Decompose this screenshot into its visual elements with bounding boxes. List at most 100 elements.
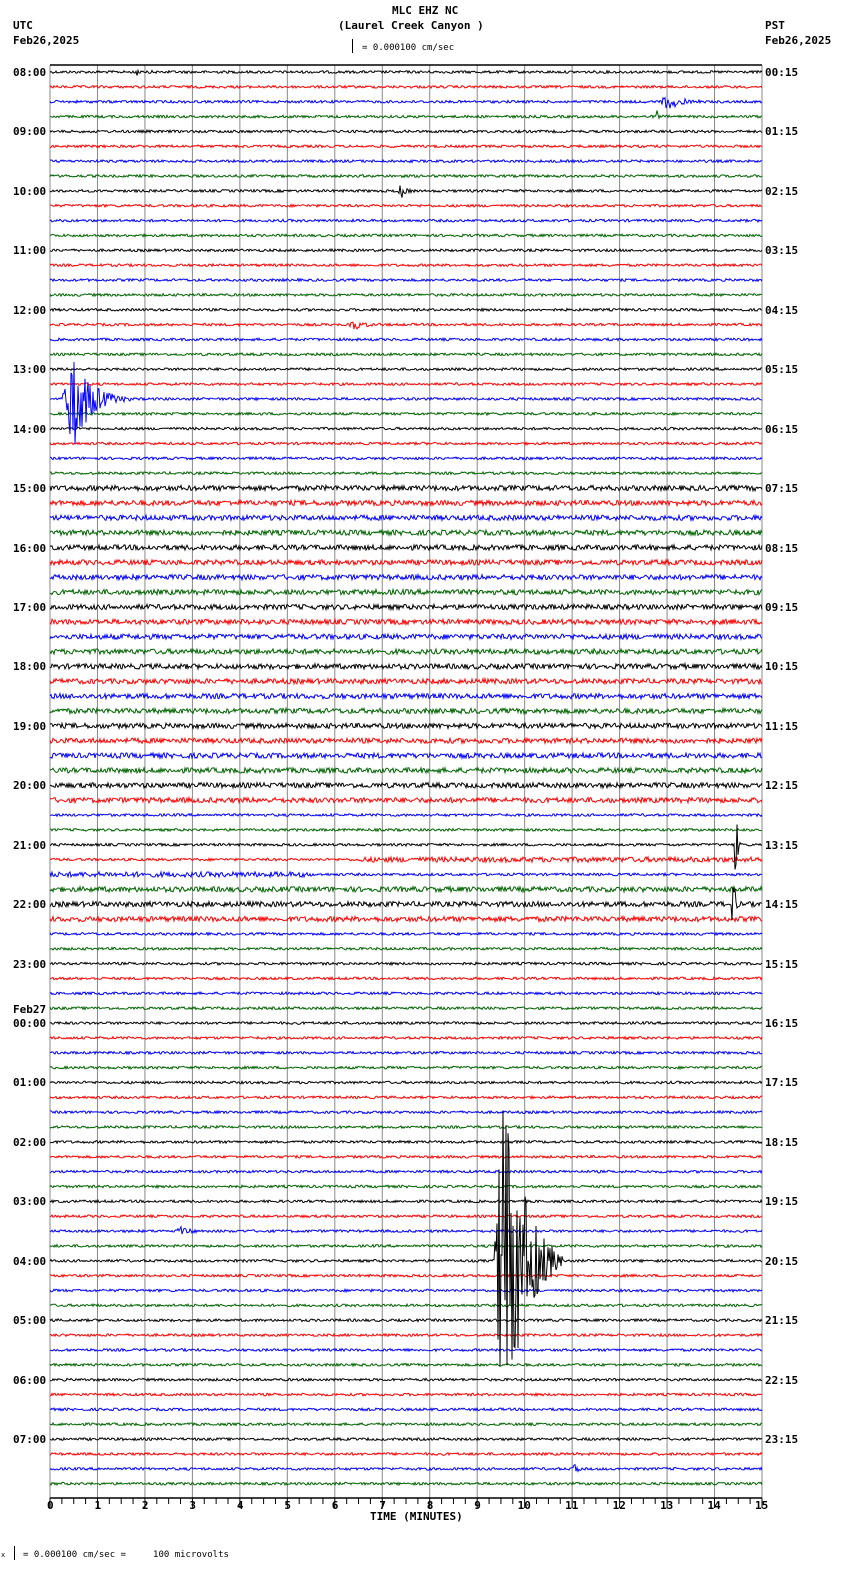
pst-hour-label: 22:15: [765, 1373, 799, 1387]
seismic-trace: [50, 1109, 763, 1115]
utc-hour-label: 06:00: [13, 1373, 47, 1387]
seismic-trace: [49, 1317, 763, 1323]
seismic-trace: [50, 1050, 763, 1056]
utc-hour-label: 19:00: [13, 719, 47, 733]
utc-hour-label: 13:00: [13, 363, 47, 377]
seismic-trace: [49, 470, 763, 476]
seismic-trace: [49, 173, 763, 179]
seismic-trace: [49, 1436, 763, 1442]
seismic-trace: [49, 68, 763, 76]
x-tick-label: 0: [47, 1499, 54, 1512]
seismic-trace: [49, 1198, 763, 1204]
seismic-trace: [49, 292, 763, 298]
seismic-trace: [49, 1273, 763, 1279]
seismic-trace: [49, 736, 763, 746]
seismic-trace: [49, 1020, 763, 1026]
seismic-trace: [49, 587, 763, 597]
seismic-trace: [49, 1377, 763, 1383]
utc-hour-label: 17:00: [13, 600, 47, 614]
seismic-trace: [49, 706, 763, 716]
seismic-trace: [49, 513, 763, 523]
pst-hour-label: 19:15: [765, 1195, 799, 1209]
seismic-trace: [49, 203, 763, 209]
utc-hour-label: 00:00: [13, 1017, 47, 1031]
footer-mark: x: [1, 1551, 6, 1559]
seismic-trace: [49, 975, 763, 981]
utc-hour-label: 02:00: [13, 1135, 47, 1149]
x-tick-label: 10: [517, 1499, 531, 1512]
seismic-trace: [49, 543, 763, 552]
x-tick-label: 1: [94, 1499, 102, 1512]
seismic-trace: [49, 110, 763, 120]
seismic-trace: [49, 96, 763, 109]
seismic-trace: [49, 498, 763, 508]
pst-hour-label: 12:15: [765, 779, 799, 793]
utc-hour-label: 08:00: [13, 66, 47, 79]
seismic-trace: [49, 426, 763, 432]
seismic-trace: [49, 1332, 763, 1338]
seismic-trace: [49, 1065, 763, 1071]
pst-hour-label: 14:15: [765, 898, 799, 912]
seismic-trace: [49, 946, 763, 952]
pst-hour-label: 23:15: [765, 1433, 799, 1447]
seismic-trace: [49, 1094, 763, 1100]
seismic-trace: [49, 1139, 763, 1145]
seismic-trace: [49, 1183, 763, 1190]
pst-hour-label: 20:15: [765, 1254, 799, 1268]
seismic-trace: [49, 1347, 763, 1353]
seismic-trace: [49, 990, 763, 996]
pst-hour-label: 06:15: [765, 422, 799, 436]
pst-hour-label: 18:15: [765, 1135, 799, 1149]
pst-hour-label: 02:15: [765, 184, 799, 198]
seismic-trace: [49, 321, 763, 330]
utc-hour-label: 09:00: [13, 125, 47, 139]
seismic-trace: [49, 691, 763, 701]
seismic-trace: [49, 870, 763, 879]
seismic-trace: [49, 232, 763, 238]
seismic-trace: [49, 440, 763, 447]
utc-hour-label: 23:00: [13, 957, 47, 971]
seismic-trace: [49, 780, 763, 790]
seismic-trace: [49, 1481, 763, 1487]
pst-hour-label: 13:15: [765, 838, 799, 852]
seismic-trace: [49, 336, 763, 343]
utc-hour-label: 12:00: [13, 303, 47, 317]
pst-hour-label: 04:15: [765, 303, 799, 317]
x-tick-label: 15: [755, 1499, 769, 1512]
x-axis-title: TIME (MINUTES): [370, 1510, 463, 1523]
seismic-trace: [49, 483, 763, 493]
seismic-trace: [49, 1302, 763, 1308]
pst-hour-label: 17:15: [765, 1076, 799, 1090]
utc-hour-label: 07:00: [13, 1433, 47, 1447]
seismic-trace: [49, 661, 763, 671]
x-tick-label: 2: [141, 1499, 149, 1512]
x-tick-label: 13: [660, 1499, 674, 1512]
utc-hour-label: 20:00: [13, 779, 47, 793]
seismic-trace: [49, 1035, 763, 1041]
pst-hour-label: 03:15: [765, 244, 799, 258]
seismic-trace: [49, 1005, 763, 1011]
seismic-trace: [49, 1362, 763, 1368]
seismic-trace: [49, 1124, 763, 1130]
seismic-trace: [49, 185, 763, 198]
seismic-trace: [49, 765, 763, 775]
x-tick-label: 14: [707, 1499, 721, 1512]
pst-hour-label: 00:15: [765, 66, 799, 79]
seismic-trace: [49, 158, 763, 164]
seismic-trace: [49, 961, 763, 967]
x-tick-label: 5: [284, 1499, 291, 1512]
footer-scale-bar-icon: [14, 1546, 15, 1560]
seismic-trace: [49, 1111, 763, 1367]
x-tick-label: 12: [612, 1499, 626, 1512]
x-tick-label: 6: [331, 1499, 339, 1512]
seismic-trace: [50, 812, 763, 818]
pst-hour-label: 01:15: [765, 125, 799, 139]
seismic-trace: [49, 1391, 763, 1398]
seismic-trace: [49, 1287, 763, 1294]
date-change-label: Feb27: [13, 1003, 47, 1017]
seismic-trace: [49, 366, 762, 372]
seismic-trace: [49, 1406, 763, 1412]
seismic-trace: [49, 1225, 763, 1235]
utc-hour-label: 05:00: [13, 1314, 47, 1328]
seismic-trace: [49, 617, 763, 627]
